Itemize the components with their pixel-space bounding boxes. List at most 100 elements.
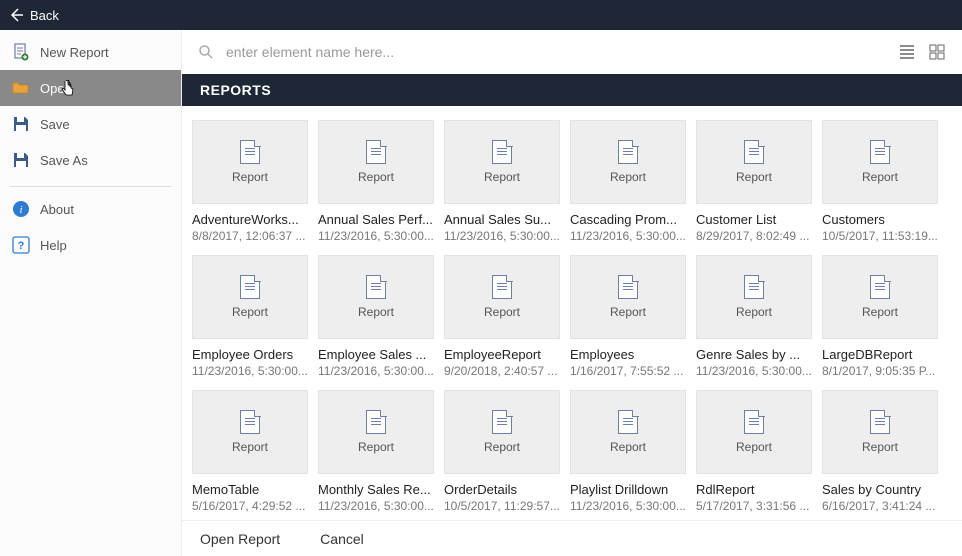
- report-card[interactable]: Report Monthly Sales Re... 11/23/2016, 5…: [318, 390, 434, 513]
- report-card[interactable]: Report LargeDBReport 8/1/2017, 9:05:35 P…: [822, 255, 938, 378]
- report-date: 8/1/2017, 9:05:35 P...: [822, 364, 938, 378]
- report-name: Monthly Sales Re...: [318, 482, 434, 497]
- report-card[interactable]: Report EmployeeReport 9/20/2018, 2:40:57…: [444, 255, 560, 378]
- back-arrow-icon[interactable]: [8, 7, 24, 23]
- report-card[interactable]: Report Customer List 8/29/2017, 8:02:49 …: [696, 120, 812, 243]
- sidebar-item-new-report[interactable]: New Report: [0, 34, 181, 70]
- document-icon-lines: [875, 148, 885, 156]
- sidebar-item-label: About: [40, 202, 74, 217]
- report-thumbnail[interactable]: Report: [192, 120, 308, 204]
- report-thumbnail[interactable]: Report: [696, 255, 812, 339]
- svg-text:?: ?: [18, 240, 25, 252]
- report-name: RdlReport: [696, 482, 812, 497]
- report-type-label: Report: [862, 305, 898, 319]
- document-icon-lines: [623, 148, 633, 156]
- document-icon-lines: [497, 283, 507, 291]
- sidebar-item-save-as[interactable]: Save As: [0, 142, 181, 178]
- report-thumbnail[interactable]: Report: [822, 255, 938, 339]
- folder-open-icon: [12, 79, 30, 97]
- sidebar-item-save[interactable]: Save: [0, 106, 181, 142]
- sidebar-item-label: Help: [40, 238, 67, 253]
- report-card[interactable]: Report Playlist Drilldown 11/23/2016, 5:…: [570, 390, 686, 513]
- document-icon-lines: [749, 283, 759, 291]
- report-card[interactable]: Report MemoTable 5/16/2017, 4:29:52 ...: [192, 390, 308, 513]
- report-card[interactable]: Report Employee Sales ... 11/23/2016, 5:…: [318, 255, 434, 378]
- search-input[interactable]: [226, 44, 898, 60]
- svg-text:i: i: [19, 204, 22, 216]
- document-icon-lines: [245, 148, 255, 156]
- reports-scroll-area[interactable]: Report AdventureWorks... 8/8/2017, 12:06…: [182, 106, 962, 520]
- report-thumbnail[interactable]: Report: [444, 120, 560, 204]
- save-icon: [12, 115, 30, 133]
- report-type-label: Report: [232, 305, 268, 319]
- report-thumbnail[interactable]: Report: [192, 255, 308, 339]
- sidebar-item-about[interactable]: i About: [0, 191, 181, 227]
- report-type-label: Report: [736, 440, 772, 454]
- report-date: 11/23/2016, 5:30:00...: [570, 229, 686, 243]
- report-card[interactable]: Report Cascading Prom... 11/23/2016, 5:3…: [570, 120, 686, 243]
- sidebar-item-open[interactable]: Open: [0, 70, 181, 106]
- report-type-label: Report: [610, 440, 646, 454]
- report-date: 8/8/2017, 12:06:37 ...: [192, 229, 308, 243]
- report-card[interactable]: Report Annual Sales Perf... 11/23/2016, …: [318, 120, 434, 243]
- report-date: 5/17/2017, 3:31:56 ...: [696, 499, 812, 513]
- reports-grid: Report AdventureWorks... 8/8/2017, 12:06…: [192, 120, 962, 513]
- document-icon-lines: [371, 418, 381, 426]
- report-name: Annual Sales Perf...: [318, 212, 434, 227]
- cancel-button[interactable]: Cancel: [320, 531, 364, 547]
- list-view-toggle[interactable]: [898, 43, 916, 61]
- document-icon-lines: [371, 283, 381, 291]
- report-card[interactable]: Report AdventureWorks... 8/8/2017, 12:06…: [192, 120, 308, 243]
- back-button[interactable]: Back: [30, 8, 59, 23]
- open-report-button[interactable]: Open Report: [200, 531, 280, 547]
- report-type-label: Report: [484, 170, 520, 184]
- report-type-label: Report: [232, 440, 268, 454]
- main-panel: REPORTS Report AdventureWorks... 8/8/201…: [182, 30, 962, 556]
- report-date: 11/23/2016, 5:30:00...: [318, 364, 434, 378]
- report-card[interactable]: Report Employee Orders 11/23/2016, 5:30:…: [192, 255, 308, 378]
- report-thumbnail[interactable]: Report: [444, 390, 560, 474]
- report-thumbnail[interactable]: Report: [318, 255, 434, 339]
- report-name: Customer List: [696, 212, 812, 227]
- report-name: LargeDBReport: [822, 347, 938, 362]
- document-icon-lines: [749, 148, 759, 156]
- report-thumbnail[interactable]: Report: [822, 390, 938, 474]
- section-header: REPORTS: [182, 74, 962, 106]
- report-card[interactable]: Report Sales by Country 6/16/2017, 3:41:…: [822, 390, 938, 513]
- report-card[interactable]: Report Genre Sales by ... 11/23/2016, 5:…: [696, 255, 812, 378]
- document-icon-lines: [749, 418, 759, 426]
- report-card[interactable]: Report Employees 1/16/2017, 7:55:52 ...: [570, 255, 686, 378]
- report-thumbnail[interactable]: Report: [192, 390, 308, 474]
- report-card[interactable]: Report Customers 10/5/2017, 11:53:19...: [822, 120, 938, 243]
- report-date: 5/16/2017, 4:29:52 ...: [192, 499, 308, 513]
- report-thumbnail[interactable]: Report: [318, 120, 434, 204]
- report-thumbnail[interactable]: Report: [696, 120, 812, 204]
- report-name: EmployeeReport: [444, 347, 560, 362]
- report-type-label: Report: [232, 170, 268, 184]
- report-date: 6/16/2017, 3:41:24 ...: [822, 499, 938, 513]
- grid-view-toggle[interactable]: [928, 43, 946, 61]
- sidebar-item-label: Save As: [40, 153, 88, 168]
- report-thumbnail[interactable]: Report: [444, 255, 560, 339]
- document-icon-lines: [875, 283, 885, 291]
- topbar: Back: [0, 0, 962, 30]
- report-type-label: Report: [736, 170, 772, 184]
- report-date: 11/23/2016, 5:30:00...: [318, 229, 434, 243]
- report-type-label: Report: [862, 170, 898, 184]
- report-card[interactable]: Report OrderDetails 10/5/2017, 11:29:57.…: [444, 390, 560, 513]
- report-thumbnail[interactable]: Report: [570, 390, 686, 474]
- report-thumbnail[interactable]: Report: [570, 255, 686, 339]
- report-type-label: Report: [484, 440, 520, 454]
- document-icon-lines: [623, 283, 633, 291]
- report-thumbnail[interactable]: Report: [318, 390, 434, 474]
- report-card[interactable]: Report RdlReport 5/17/2017, 3:31:56 ...: [696, 390, 812, 513]
- report-thumbnail[interactable]: Report: [696, 390, 812, 474]
- report-date: 9/20/2018, 2:40:57 ...: [444, 364, 560, 378]
- report-card[interactable]: Report Annual Sales Su... 11/23/2016, 5:…: [444, 120, 560, 243]
- sidebar-item-help[interactable]: ? Help: [0, 227, 181, 263]
- report-name: Employee Orders: [192, 347, 308, 362]
- report-thumbnail[interactable]: Report: [822, 120, 938, 204]
- sidebar-item-label: Save: [40, 117, 70, 132]
- report-thumbnail[interactable]: Report: [570, 120, 686, 204]
- save-as-icon: [12, 151, 30, 169]
